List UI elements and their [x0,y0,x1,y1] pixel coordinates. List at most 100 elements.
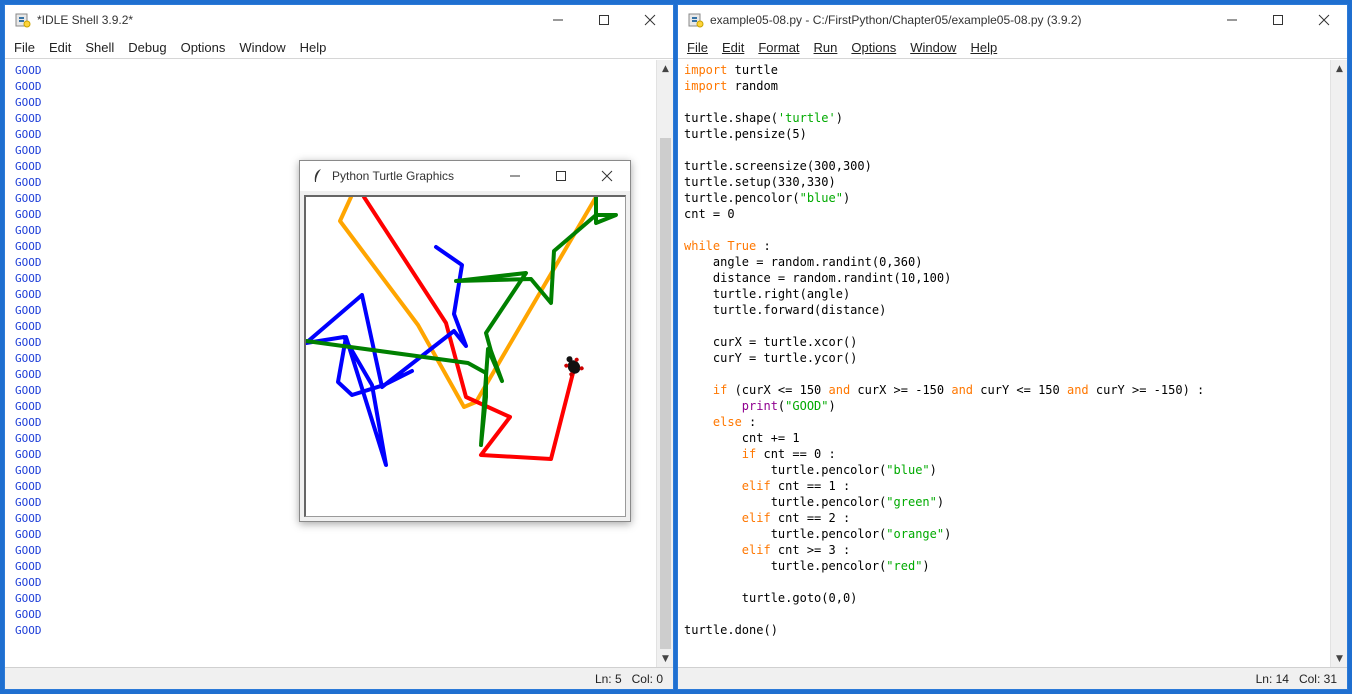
shell-output[interactable]: GOOD GOOD GOOD GOOD GOOD GOOD GOOD GOOD GOOD GOOD… [15,63,42,639]
shell-output-line: GOOD [15,368,42,381]
shell-output-line: GOOD [15,112,42,125]
code-token: and [951,383,974,397]
maximize-icon[interactable] [581,5,627,35]
minimize-icon[interactable] [1209,5,1255,35]
code-line: turtle.forward(distance) [684,302,1204,318]
menu-window[interactable]: Window [232,40,292,55]
menu-format[interactable]: Format [751,40,806,55]
code-token: curY = turtle.ycor() [684,351,858,365]
code-token: : [756,239,771,253]
code-token: curY >= -150) : [1088,383,1205,397]
status-line: Ln: 5 [594,671,622,686]
editor-titlebar[interactable]: example05-08.py - C:/FirstPython/Chapter… [678,5,1347,35]
shell-output-line: GOOD [15,256,42,269]
shell-output-line: GOOD [15,400,42,413]
editor-scrollbar[interactable]: ▲ ▼ [1330,60,1347,667]
code-line: angle = random.randint(0,360) [684,254,1204,270]
code-token: and [828,383,851,397]
menu-options[interactable]: Options [844,40,903,55]
code-line: turtle.done() [684,622,1204,638]
shell-output-line: GOOD [15,176,42,189]
code-token: "GOOD" [785,399,829,413]
code-editor[interactable]: import turtle import random turtle.shape('… [684,62,1204,638]
close-icon[interactable] [1301,5,1347,35]
maximize-icon[interactable] [538,161,584,191]
editor-title: example05-08.py - C:/FirstPython/Chapter… [710,13,1082,27]
menu-run[interactable]: Run [807,40,845,55]
shell-titlebar[interactable]: *IDLE Shell 3.9.2* [5,5,673,35]
menu-help[interactable]: Help [963,40,1004,55]
code-line: if (curX <= 150 and curX >= -150 and cur… [684,382,1204,398]
minimize-icon[interactable] [492,161,538,191]
scroll-down-icon[interactable]: ▼ [657,650,673,667]
code-token: cnt == 2 : [770,511,851,525]
code-line: curY = turtle.ycor() [684,350,1204,366]
code-token: cnt >= 3 : [770,543,851,557]
code-line: if cnt == 0 : [684,446,1204,462]
code-token: curX = turtle.xcor() [684,335,858,349]
code-token: ) [835,111,843,125]
code-line: cnt = 0 [684,206,1204,222]
code-line: turtle.setup(330,330) [684,174,1204,190]
code-token: cnt == 0 : [756,447,836,461]
code-line: while True : [684,238,1204,254]
code-token: and [1066,383,1089,397]
shell-output-line: GOOD [15,352,42,365]
code-token: "red" [886,559,923,573]
menu-file[interactable]: File [5,40,42,55]
turtle-icon [564,356,584,377]
code-token: turtle.pencolor( [684,463,887,477]
code-token: True [727,239,757,253]
code-token: turtle [734,63,778,77]
menu-window[interactable]: Window [903,40,963,55]
close-icon[interactable] [584,161,630,191]
code-token: distance = random.randint(10,100) [684,271,952,285]
turtle-titlebar[interactable]: Python Turtle Graphics [300,161,630,191]
code-line: elif cnt == 1 : [684,478,1204,494]
feather-icon [310,168,326,184]
code-token: turtle.forward(distance) [684,303,887,317]
code-token: ) [842,191,851,205]
shell-output-line: GOOD [15,480,42,493]
code-token: ) [936,495,945,509]
code-token: turtle.shape( [684,111,778,125]
menu-help[interactable]: Help [293,40,334,55]
shell-output-line: GOOD [15,464,42,477]
status-line: Ln: 14 [1255,671,1289,686]
shell-scrollbar[interactable]: ▲ ▼ [656,60,673,667]
shell-output-line: GOOD [15,544,42,557]
scroll-up-icon[interactable]: ▲ [657,60,673,77]
shell-output-line: GOOD [15,208,42,221]
menu-shell[interactable]: Shell [78,40,121,55]
code-line: turtle.goto(0,0) [684,590,1204,606]
code-token: turtle.right(angle) [684,287,851,301]
shell-output-line: GOOD [15,160,42,173]
minimize-icon[interactable] [535,5,581,35]
menu-edit[interactable]: Edit [715,40,751,55]
code-line: turtle.shape('turtle') [684,110,1204,126]
menu-edit[interactable]: Edit [42,40,78,55]
editor-window: example05-08.py - C:/FirstPython/Chapter… [677,4,1348,690]
code-token: turtle.pensize(5) [684,127,807,141]
shell-output-line: GOOD [15,64,42,77]
shell-output-line: GOOD [15,240,42,253]
menu-file[interactable]: File [678,40,715,55]
code-token: cnt == 1 : [770,479,851,493]
shell-output-line: GOOD [15,192,42,205]
menu-options[interactable]: Options [174,40,233,55]
maximize-icon[interactable] [1255,5,1301,35]
close-icon[interactable] [627,5,673,35]
scroll-down-icon[interactable]: ▼ [1331,650,1347,667]
scroll-thumb[interactable] [660,138,671,649]
code-token: turtle.pencolor( [684,495,887,509]
code-token: import [684,63,728,77]
shell-output-line: GOOD [15,96,42,109]
code-token: print [741,399,778,413]
menu-debug[interactable]: Debug [121,40,173,55]
shell-output-line: GOOD [15,384,42,397]
scroll-up-icon[interactable]: ▲ [1331,60,1347,77]
